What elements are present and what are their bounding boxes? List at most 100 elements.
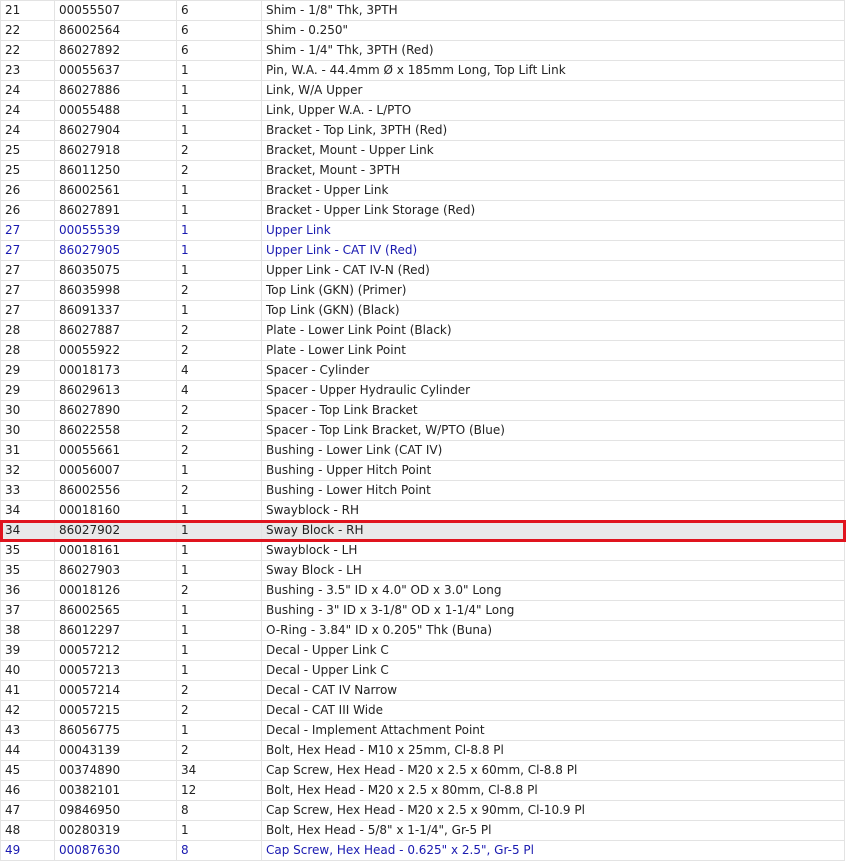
table-row[interactable]: 27 86035998 2 Top Link (GKN) (Primer) <box>0 280 845 301</box>
table-row[interactable]: 43 86056775 1 Decal - Implement Attachment … <box>0 720 845 741</box>
description-cell: Bushing - Lower Hitch Point <box>261 480 845 501</box>
quantity-cell: 2 <box>176 740 262 761</box>
part-number-cell: 00057212 <box>54 640 177 661</box>
quantity-cell[interactable]: 1 <box>176 220 262 241</box>
item-number-cell[interactable]: 27 <box>0 220 55 241</box>
table-row[interactable]: 46 00382101 12 Bolt, Hex Head - M20 x 2.5 x… <box>0 780 845 801</box>
description-cell: Spacer - Upper Hydraulic Cylinder <box>261 380 845 401</box>
table-row[interactable]: 26 86027891 1 Bracket - Upper Link Storage … <box>0 200 845 221</box>
table-row[interactable]: 38 86012297 1 O-Ring - 3.84" ID x 0.205" Th… <box>0 620 845 641</box>
part-number-cell: 00055661 <box>54 440 177 461</box>
item-number-cell: 38 <box>0 620 55 641</box>
table-row[interactable]: 42 00057215 2 Decal - CAT III Wide <box>0 700 845 721</box>
item-number-cell: 27 <box>0 260 55 281</box>
table-row[interactable]: 22 86002564 6 Shim - 0.250" <box>0 20 845 41</box>
quantity-cell: 1 <box>176 520 262 541</box>
part-number-cell: 86056775 <box>54 720 177 741</box>
table-row[interactable]: 36 00018126 2 Bushing - 3.5" ID x 4.0" OD x… <box>0 580 845 601</box>
part-number-cell: 86027892 <box>54 40 177 61</box>
description-cell: Decal - Implement Attachment Point <box>261 720 845 741</box>
description-cell: Cap Screw, Hex Head - M20 x 2.5 x 60mm, … <box>261 760 845 781</box>
table-row[interactable]: 41 00057214 2 Decal - CAT IV Narrow <box>0 680 845 701</box>
table-row[interactable]: 31 00055661 2 Bushing - Lower Link (CAT IV) <box>0 440 845 461</box>
part-number-cell: 00055637 <box>54 60 177 81</box>
table-row[interactable]: 47 09846950 8 Cap Screw, Hex Head - M20 x 2… <box>0 800 845 821</box>
quantity-cell: 1 <box>176 260 262 281</box>
table-row[interactable]: 30 86022558 2 Spacer - Top Link Bracket, W/… <box>0 420 845 441</box>
table-row[interactable]: 26 86002561 1 Bracket - Upper Link <box>0 180 845 201</box>
description-cell: O-Ring - 3.84" ID x 0.205" Thk (Buna) <box>261 620 845 641</box>
table-row[interactable]: 34 00018160 1 Swayblock - RH <box>0 500 845 521</box>
table-row[interactable]: 48 00280319 1 Bolt, Hex Head - 5/8" x 1-1/4… <box>0 820 845 841</box>
description-cell[interactable]: Cap Screw, Hex Head - 0.625" x 2.5", Gr-… <box>261 840 845 861</box>
table-row[interactable]: 27 86035075 1 Upper Link - CAT IV-N (Red) <box>0 260 845 281</box>
description-cell: Decal - Upper Link C <box>261 640 845 661</box>
table-row[interactable]: 24 86027904 1 Bracket - Top Link, 3PTH (Red… <box>0 120 845 141</box>
table-row[interactable]: 30 86027890 2 Spacer - Top Link Bracket <box>0 400 845 421</box>
table-row[interactable]: 44 00043139 2 Bolt, Hex Head - M10 x 25mm, … <box>0 740 845 761</box>
part-number-cell: 86027891 <box>54 200 177 221</box>
parts-table-body: 21 00055507 6 Shim - 1/8" Thk, 3PTH 22 860025… <box>0 0 846 861</box>
table-row[interactable]: 25 86011250 2 Bracket, Mount - 3PTH <box>0 160 845 181</box>
table-row[interactable]: 25 86027918 2 Bracket, Mount - Upper Link <box>0 140 845 161</box>
item-number-cell: 25 <box>0 160 55 181</box>
part-number-cell: 00057213 <box>54 660 177 681</box>
quantity-cell[interactable]: 1 <box>176 240 262 261</box>
parts-table: 21 00055507 6 Shim - 1/8" Thk, 3PTH 22 860025… <box>0 0 846 861</box>
description-cell: Pin, W.A. - 44.4mm Ø x 185mm Long, Top L… <box>261 60 845 81</box>
table-row[interactable]: 23 00055637 1 Pin, W.A. - 44.4mm Ø x 185mm … <box>0 60 845 81</box>
part-number-cell: 00382101 <box>54 780 177 801</box>
table-row[interactable]: 27 00055539 1 Upper Link <box>0 220 845 241</box>
item-number-cell[interactable]: 49 <box>0 840 55 861</box>
quantity-cell: 6 <box>176 0 262 21</box>
table-row[interactable]: 37 86002565 1 Bushing - 3" ID x 3-1/8" OD x… <box>0 600 845 621</box>
quantity-cell[interactable]: 8 <box>176 840 262 861</box>
table-row[interactable]: 21 00055507 6 Shim - 1/8" Thk, 3PTH <box>0 0 845 21</box>
table-row[interactable]: 28 86027887 2 Plate - Lower Link Point (Bla… <box>0 320 845 341</box>
table-row[interactable]: 27 86027905 1 Upper Link - CAT IV (Red) <box>0 240 845 261</box>
table-row[interactable]: 24 86027886 1 Link, W/A Upper <box>0 80 845 101</box>
part-number-cell[interactable]: 86027905 <box>54 240 177 261</box>
part-number-cell: 86002561 <box>54 180 177 201</box>
table-row-selected[interactable]: 34 86027902 1 Sway Block - RH <box>0 519 846 542</box>
part-number-cell: 00056007 <box>54 460 177 481</box>
table-row[interactable]: 32 00056007 1 Bushing - Upper Hitch Point <box>0 460 845 481</box>
item-number-cell: 35 <box>0 540 55 561</box>
description-cell[interactable]: Upper Link <box>261 220 845 241</box>
table-row[interactable]: 35 86027903 1 Sway Block - LH <box>0 560 845 581</box>
table-row[interactable]: 29 00018173 4 Spacer - Cylinder <box>0 360 845 381</box>
description-cell: Bracket, Mount - Upper Link <box>261 140 845 161</box>
quantity-cell: 1 <box>176 120 262 141</box>
table-row[interactable]: 39 00057212 1 Decal - Upper Link C <box>0 640 845 661</box>
quantity-cell: 2 <box>176 280 262 301</box>
item-number-cell: 27 <box>0 280 55 301</box>
item-number-cell: 40 <box>0 660 55 681</box>
description-cell: Bracket - Top Link, 3PTH (Red) <box>261 120 845 141</box>
table-row[interactable]: 33 86002556 2 Bushing - Lower Hitch Point <box>0 480 845 501</box>
part-number-cell: 86035998 <box>54 280 177 301</box>
table-row[interactable]: 27 86091337 1 Top Link (GKN) (Black) <box>0 300 845 321</box>
part-number-cell[interactable]: 00087630 <box>54 840 177 861</box>
table-row[interactable]: 45 00374890 34 Cap Screw, Hex Head - M20 x … <box>0 760 845 781</box>
table-row[interactable]: 35 00018161 1 Swayblock - LH <box>0 540 845 561</box>
part-number-cell: 00018173 <box>54 360 177 381</box>
table-row[interactable]: 29 86029613 4 Spacer - Upper Hydraulic Cyli… <box>0 380 845 401</box>
part-number-cell: 00280319 <box>54 820 177 841</box>
part-number-cell: 00057214 <box>54 680 177 701</box>
quantity-cell: 2 <box>176 400 262 421</box>
table-row[interactable]: 49 00087630 8 Cap Screw, Hex Head - 0.625" … <box>0 840 845 861</box>
description-cell[interactable]: Upper Link - CAT IV (Red) <box>261 240 845 261</box>
table-row[interactable]: 28 00055922 2 Plate - Lower Link Point <box>0 340 845 361</box>
table-row[interactable]: 22 86027892 6 Shim - 1/4" Thk, 3PTH (Red) <box>0 40 845 61</box>
description-cell: Bushing - 3" ID x 3-1/8" OD x 1-1/4" Lon… <box>261 600 845 621</box>
part-number-cell: 86002564 <box>54 20 177 41</box>
table-row[interactable]: 40 00057213 1 Decal - Upper Link C <box>0 660 845 681</box>
part-number-cell[interactable]: 00055539 <box>54 220 177 241</box>
quantity-cell: 1 <box>176 660 262 681</box>
quantity-cell: 2 <box>176 140 262 161</box>
part-number-cell: 00043139 <box>54 740 177 761</box>
table-row[interactable]: 24 00055488 1 Link, Upper W.A. - L/PTO <box>0 100 845 121</box>
item-number-cell: 45 <box>0 760 55 781</box>
item-number-cell[interactable]: 27 <box>0 240 55 261</box>
description-cell: Bracket - Upper Link <box>261 180 845 201</box>
